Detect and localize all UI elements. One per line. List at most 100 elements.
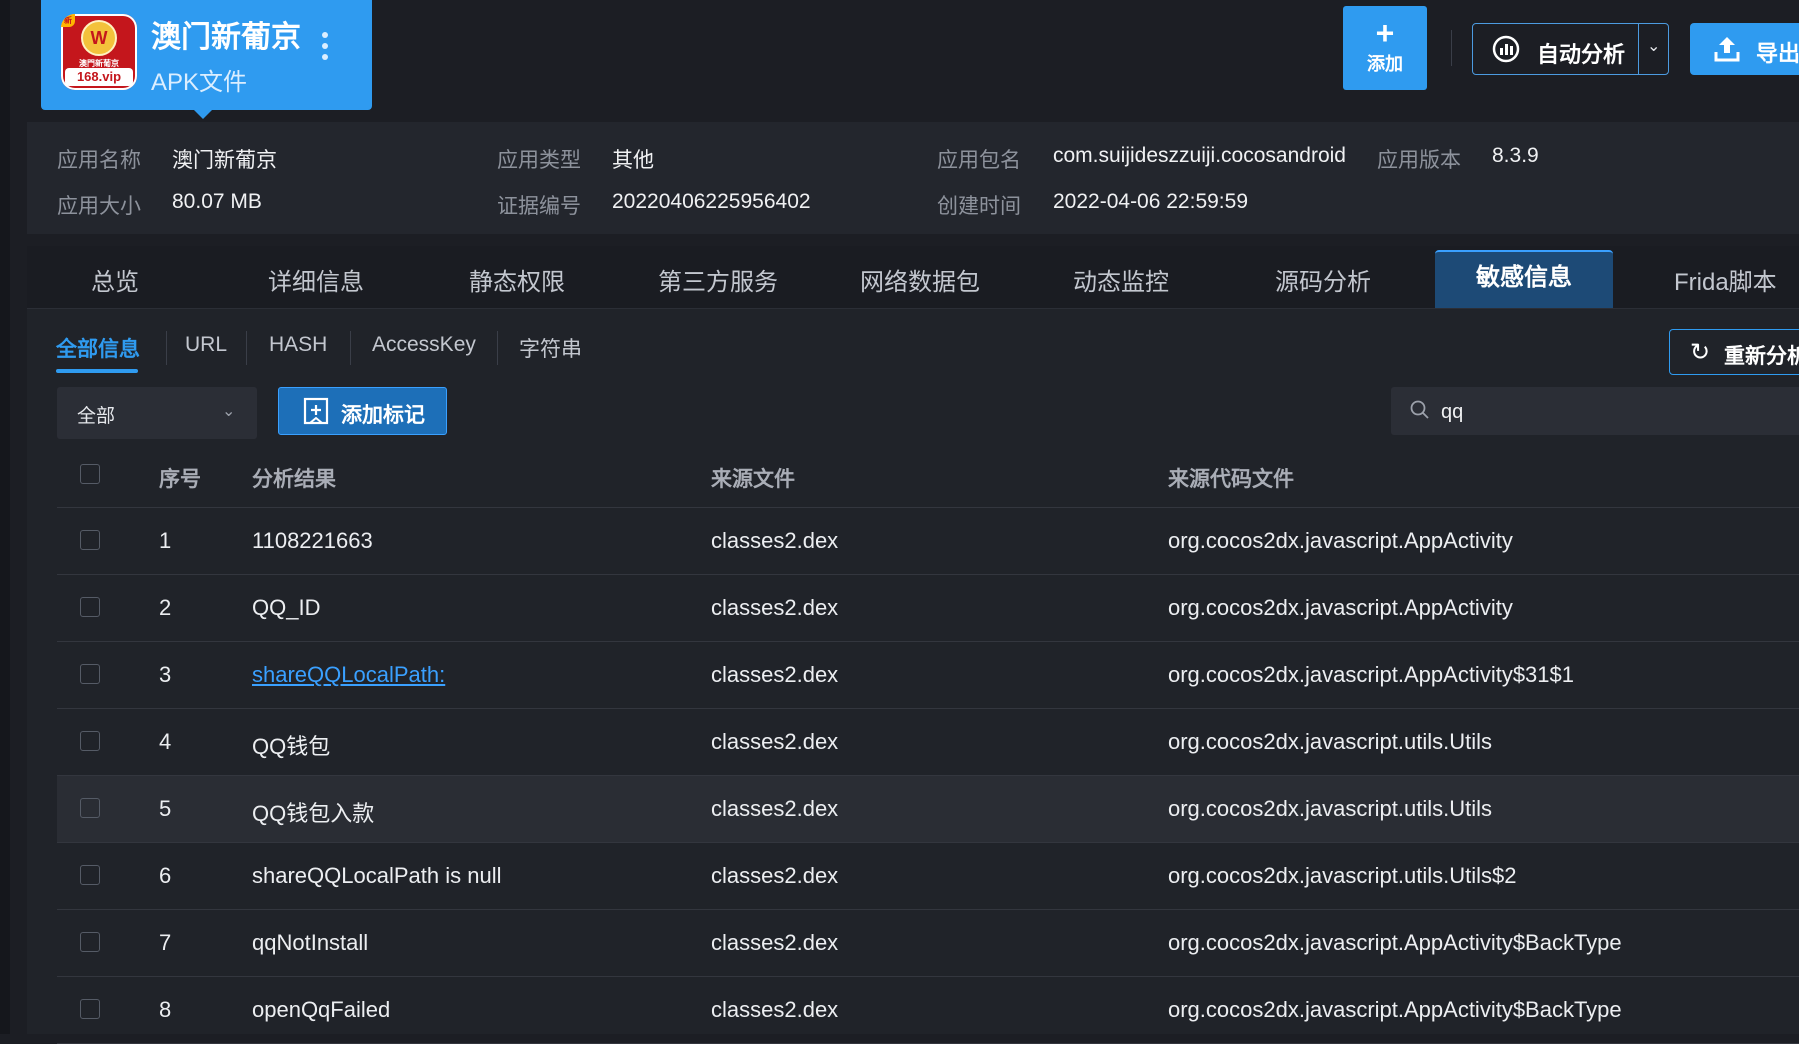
add-mark-button[interactable]: 添加标记 (278, 387, 447, 435)
tab-frida-script[interactable]: Frida脚本 (1674, 262, 1777, 297)
row-result: openQqFailed (252, 997, 391, 1022)
row-source-file: classes2.dex (711, 863, 839, 888)
row-result: QQ钱包入款 (252, 801, 375, 826)
tab-details[interactable]: 详细信息 (268, 262, 364, 297)
row-result: shareQQLocalPath is null (252, 863, 502, 888)
tab-source-analysis[interactable]: 源码分析 (1275, 262, 1371, 297)
reanalyze-button[interactable]: ↻ 重新分析 (1669, 329, 1799, 375)
subtab-all[interactable]: 全部信息 (56, 333, 140, 363)
more-vertical-icon[interactable] (321, 32, 329, 65)
created-time-key: 创建时间 (937, 195, 1021, 218)
row-code-file: org.cocos2dx.javascript.utils.Utils$2 (1168, 863, 1517, 888)
row-index: 3 (159, 662, 172, 687)
package-key: 应用包名 (937, 149, 1021, 172)
subtab-divider (497, 331, 498, 365)
split-divider (1638, 24, 1639, 74)
subtab-divider (166, 331, 167, 365)
export-button[interactable]: 导出 (1690, 23, 1799, 75)
evidence-id-key: 证据编号 (497, 195, 581, 218)
tab-dynamic-monitor[interactable]: 动态监控 (1073, 262, 1169, 297)
tab-network-packets[interactable]: 网络数据包 (860, 262, 980, 297)
plus-icon: + (1375, 15, 1395, 51)
tab-static-permissions[interactable]: 静态权限 (469, 262, 565, 297)
table-row[interactable]: 4 QQ钱包 classes2.dex org.cocos2dx.javascr… (57, 709, 1799, 776)
tab-third-party-services[interactable]: 第三方服务 (658, 262, 778, 297)
main-tabs: 总览 详细信息 静态权限 第三方服务 网络数据包 动态监控 源码分析 敏感信息 … (27, 246, 1799, 309)
row-code-file: org.cocos2dx.javascript.AppActivity (1168, 528, 1513, 553)
row-index: 8 (159, 997, 172, 1022)
app-name-value: 澳门新葡京 (172, 149, 277, 172)
app-card[interactable]: 新 W 澳門新葡京 168.vip 澳门新葡京 APK文件 (41, 0, 372, 119)
row-checkbox[interactable] (80, 865, 100, 885)
refresh-icon: ↻ (1690, 339, 1711, 366)
header-source-file: 来源文件 (711, 468, 795, 491)
app-icon-corner-badge: 新 (61, 14, 75, 27)
table-row[interactable]: 2 QQ_ID classes2.dex org.cocos2dx.javasc… (57, 575, 1799, 642)
created-time-value: 2022-04-06 22:59:59 (1053, 190, 1248, 213)
app-size-key: 应用大小 (57, 195, 141, 218)
app-name-key: 应用名称 (57, 149, 141, 172)
bookmark-add-icon (303, 397, 329, 425)
row-checkbox[interactable] (80, 932, 100, 952)
row-index: 5 (159, 796, 172, 821)
table-row[interactable]: 1 1108221663 classes2.dex org.cocos2dx.j… (57, 508, 1799, 575)
subtab-strings[interactable]: 字符串 (519, 333, 582, 363)
row-result: qqNotInstall (252, 930, 369, 955)
row-checkbox[interactable] (80, 530, 100, 550)
row-code-file: org.cocos2dx.javascript.utils.Utils (1168, 729, 1493, 754)
search-input[interactable] (1439, 395, 1783, 429)
subtab-url[interactable]: URL (185, 333, 227, 357)
add-mark-label: 添加标记 (341, 404, 425, 427)
tab-overview[interactable]: 总览 (91, 262, 139, 297)
row-checkbox[interactable] (80, 731, 100, 751)
row-index: 1 (159, 528, 172, 553)
table-row[interactable]: 5 QQ钱包入款 classes2.dex org.cocos2dx.javas… (57, 776, 1799, 843)
row-source-file: classes2.dex (711, 796, 839, 821)
reanalyze-label: 重新分析 (1724, 345, 1799, 368)
chevron-down-icon[interactable]: ⌄ (1647, 36, 1660, 56)
row-checkbox[interactable] (80, 999, 100, 1019)
row-code-file: org.cocos2dx.javascript.utils.Utils (1168, 796, 1493, 821)
row-index: 7 (159, 930, 172, 955)
row-checkbox[interactable] (80, 798, 100, 818)
subtab-accesskey[interactable]: AccessKey (372, 333, 476, 357)
row-index: 6 (159, 863, 172, 888)
app-icon-emblem: W (81, 20, 117, 56)
app-icon: 新 W 澳門新葡京 168.vip (61, 14, 137, 90)
left-sidebar-edge (0, 0, 10, 1034)
sensitive-info-panel: 全部信息 URL HASH AccessKey 字符串 ↻ 重新分析 全部 ⌄ … (27, 309, 1799, 1044)
results-table: 序号 分析结果 来源文件 来源代码文件 1 1108221663 classes… (57, 445, 1799, 1044)
table-row[interactable]: 3 shareQQLocalPath: classes2.dex org.coc… (57, 642, 1799, 709)
table-row[interactable]: 6 shareQQLocalPath is null classes2.dex … (57, 843, 1799, 910)
row-index: 4 (159, 729, 172, 754)
auto-analyze-label: 自动分析 (1537, 42, 1626, 67)
tab-sensitive-info[interactable]: 敏感信息 (1435, 250, 1613, 308)
subtab-hash[interactable]: HASH (269, 333, 327, 357)
version-value: 8.3.9 (1492, 144, 1539, 167)
table-row[interactable]: 7 qqNotInstall classes2.dex org.cocos2dx… (57, 910, 1799, 977)
app-size-value: 80.07 MB (172, 190, 262, 213)
auto-analyze-button[interactable]: 自动分析 ⌄ (1472, 23, 1669, 75)
analytics-icon (1492, 35, 1520, 63)
add-button-label: 添加 (1367, 54, 1403, 74)
row-source-file: classes2.dex (711, 528, 839, 553)
upload-icon (1714, 37, 1740, 62)
search-box[interactable] (1391, 387, 1799, 435)
search-icon (1410, 400, 1429, 419)
evidence-id-value: 20220406225956402 (612, 190, 811, 213)
row-result: QQ钱包 (252, 734, 331, 759)
export-label: 导出 (1756, 41, 1799, 66)
app-icon-badge: 168.vip (65, 68, 133, 86)
category-select[interactable]: 全部 ⌄ (57, 387, 257, 439)
version-key: 应用版本 (1377, 149, 1461, 172)
add-button[interactable]: + 添加 (1343, 6, 1427, 90)
row-checkbox[interactable] (80, 597, 100, 617)
row-source-file: classes2.dex (711, 930, 839, 955)
subtab-divider (246, 331, 247, 365)
chevron-down-icon: ⌄ (222, 403, 236, 420)
select-all-checkbox[interactable] (80, 464, 100, 484)
row-result-link[interactable]: shareQQLocalPath: (252, 662, 445, 688)
row-checkbox[interactable] (80, 664, 100, 684)
header-source-code-file: 来源代码文件 (1168, 468, 1294, 491)
row-code-file: org.cocos2dx.javascript.AppActivity$Back… (1168, 930, 1622, 955)
